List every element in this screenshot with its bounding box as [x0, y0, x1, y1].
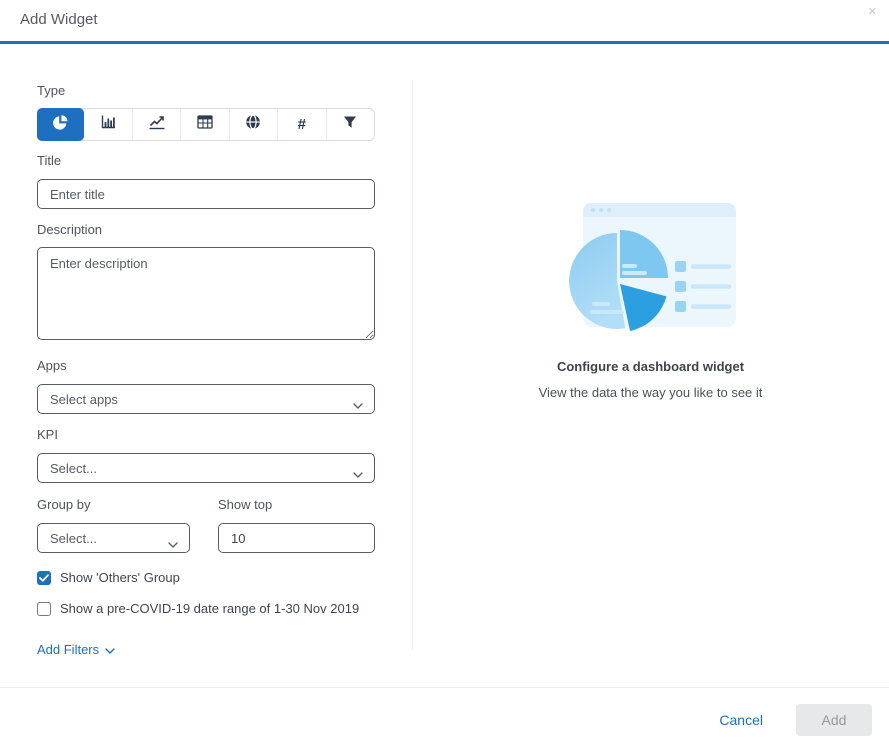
line-chart-icon — [148, 115, 166, 135]
add-button[interactable]: Add — [796, 703, 872, 736]
kpi-select[interactable]: Select... — [37, 453, 375, 483]
apps-select[interactable]: Select apps — [37, 384, 375, 414]
type-label: Type — [37, 83, 66, 98]
type-option-line-chart[interactable] — [131, 109, 180, 140]
modal-footer: Cancel Add — [0, 687, 889, 751]
widget-form: Type # Title Enter title Description Ent… — [37, 84, 375, 659]
group-by-select[interactable]: Select... — [37, 523, 190, 553]
cancel-button[interactable]: Cancel — [719, 712, 763, 728]
precovid-checkbox-row: Show a pre-COVID-19 date range of 1-30 N… — [37, 601, 375, 616]
preview-subheading: View the data the way you like to see it — [538, 385, 763, 400]
preview-heading: Configure a dashboard widget — [556, 359, 745, 374]
precovid-checkbox-label: Show a pre-COVID-19 date range of 1-30 N… — [60, 601, 360, 616]
pie-chart-icon — [52, 114, 69, 136]
globe-icon — [245, 114, 261, 135]
add-filters-link[interactable]: Add Filters — [37, 642, 115, 657]
group-by-label: Group by — [37, 497, 91, 512]
type-option-pie-chart[interactable] — [37, 108, 85, 141]
add-filters-label: Add Filters — [37, 642, 100, 657]
dashboard-widget-illustration — [560, 200, 740, 340]
chevron-down-icon — [353, 466, 363, 481]
table-icon — [197, 115, 213, 134]
type-option-table[interactable] — [180, 109, 228, 140]
show-others-checkbox-row: Show 'Others' Group — [37, 570, 375, 585]
check-icon — [39, 573, 49, 582]
title-label: Title — [37, 153, 62, 168]
type-option-globe[interactable] — [228, 109, 277, 140]
filter-icon — [343, 115, 357, 134]
close-icon[interactable]: ✕ — [868, 7, 877, 18]
hash-icon: # — [297, 116, 306, 133]
type-option-number[interactable]: # — [277, 109, 325, 140]
widget-type-selector: # — [37, 108, 375, 141]
modal-title: Add Widget — [20, 11, 98, 28]
chevron-down-icon — [353, 397, 363, 412]
bar-chart-icon — [100, 114, 117, 135]
type-option-filter[interactable] — [325, 109, 374, 140]
apps-select-value: Select apps — [50, 391, 118, 407]
chevron-down-icon — [105, 642, 115, 657]
chevron-down-icon — [168, 536, 178, 551]
show-others-checkbox[interactable] — [37, 570, 51, 585]
modal-header: Add Widget ✕ — [0, 0, 889, 44]
group-by-select-value: Select... — [50, 530, 97, 546]
title-input[interactable] — [37, 179, 375, 209]
description-input[interactable] — [37, 247, 375, 340]
show-top-label: Show top — [218, 497, 273, 512]
precovid-checkbox[interactable] — [37, 601, 51, 616]
show-others-checkbox-label: Show 'Others' Group — [60, 570, 180, 585]
type-option-bar-chart[interactable] — [84, 109, 131, 140]
show-top-input[interactable] — [218, 523, 375, 553]
kpi-label: KPI — [37, 427, 58, 442]
kpi-select-value: Select... — [50, 460, 97, 476]
description-label: Description — [37, 222, 103, 237]
apps-label: Apps — [37, 358, 67, 373]
